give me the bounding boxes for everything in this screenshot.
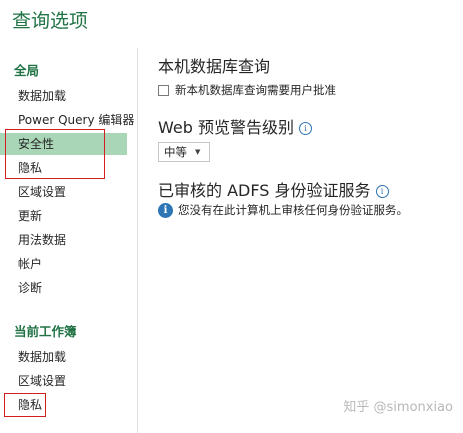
sidebar: 全局 数据加载 Power Query 编辑器 安全性 隐私 区域设置 更新 用… xyxy=(0,0,137,433)
sidebar-item-workbook-regional-settings[interactable]: 区域设置 xyxy=(0,370,127,392)
highlight-box-workbook xyxy=(4,393,46,417)
sidebar-item-diagnostics[interactable]: 诊断 xyxy=(0,277,127,299)
info-icon[interactable]: i xyxy=(375,185,389,198)
highlight-box-global xyxy=(5,129,105,179)
native-query-approval-checkbox[interactable] xyxy=(158,84,169,96)
main-panel: 本机数据库查询 新本机数据库查询需要用户批准 Web 预览警告级别 i 中等 ▼ … xyxy=(158,0,463,433)
chevron-down-icon: ▼ xyxy=(195,148,201,156)
info-filled-icon: i xyxy=(158,202,173,218)
native-query-approval-label[interactable]: 新本机数据库查询需要用户批准 xyxy=(175,82,336,98)
info-icon[interactable]: i xyxy=(298,122,312,135)
web-preview-level-value: 中等 xyxy=(164,145,187,159)
sidebar-divider xyxy=(137,48,138,433)
section-web-preview-heading: Web 预览警告级别 i xyxy=(158,114,312,138)
adfs-notice: i 您没有在此计算机上审核任何身份验证服务。 xyxy=(158,202,408,218)
sidebar-item-updates[interactable]: 更新 xyxy=(0,205,127,227)
section-adfs-heading: 已审核的 ADFS 身份验证服务 i xyxy=(158,177,389,201)
adfs-notice-text: 您没有在此计算机上审核任何身份验证服务。 xyxy=(178,203,408,217)
sidebar-item-data-load[interactable]: 数据加载 xyxy=(0,85,127,107)
section-native-query-heading: 本机数据库查询 xyxy=(158,57,271,76)
watermark: 知乎 @simonxiao xyxy=(343,400,453,415)
web-preview-heading-text: Web 预览警告级别 xyxy=(158,118,294,137)
sidebar-item-workbook-data-load[interactable]: 数据加载 xyxy=(0,346,127,368)
native-query-approval-row[interactable]: 新本机数据库查询需要用户批准 xyxy=(158,82,336,98)
sidebar-item-regional-settings[interactable]: 区域设置 xyxy=(0,181,127,203)
sidebar-heading-workbook: 当前工作簿 xyxy=(14,324,77,339)
web-preview-level-dropdown[interactable]: 中等 ▼ xyxy=(158,142,210,162)
sidebar-item-power-query-editor[interactable]: Power Query 编辑器 xyxy=(0,109,134,131)
sidebar-item-usage-data[interactable]: 用法数据 xyxy=(0,229,127,251)
sidebar-heading-global: 全局 xyxy=(14,63,40,78)
adfs-heading-text: 已审核的 ADFS 身份验证服务 xyxy=(158,181,371,200)
sidebar-item-account[interactable]: 帐户 xyxy=(0,253,127,275)
